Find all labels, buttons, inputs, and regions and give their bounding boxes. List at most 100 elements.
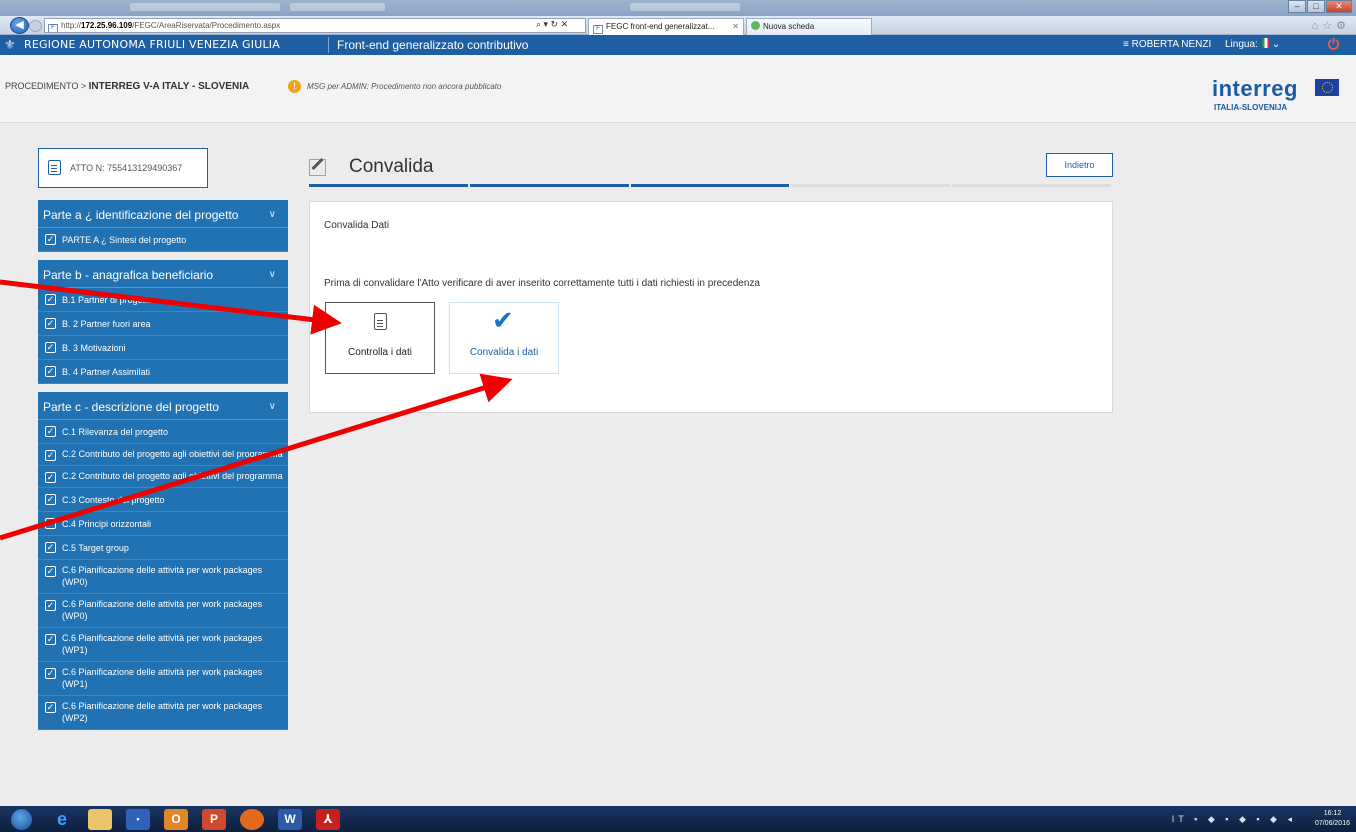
checkbox-checked-icon: ✓ xyxy=(45,472,56,483)
close-tab-icon[interactable]: ✕ xyxy=(732,19,739,34)
sidebar-item[interactable]: ✓ C.1 Rilevanza del progetto xyxy=(38,420,288,444)
back-button[interactable]: Indietro xyxy=(1046,153,1113,177)
breadcrumb-bar: PROCEDIMENTO > INTERREG V-A ITALY - SLOV… xyxy=(0,55,1356,123)
logo-word: interreg xyxy=(1212,76,1298,101)
new-tab-icon xyxy=(751,21,760,30)
panel-title: Convalida Dati xyxy=(324,220,390,231)
logout-power-icon[interactable]: ⏻ xyxy=(1328,36,1339,53)
clock-date: 07/06/2016 xyxy=(1314,820,1350,827)
taskbar: e ▪ O P W ⅄ IT ▪ ◆ ▪ ◆ ▪ ◆ ◂ 16:12 07/06… xyxy=(0,806,1356,832)
sidebar-item[interactable]: ✓ C.6 Pianificazione delle attività per w… xyxy=(38,628,288,662)
sidebar-section-c: Parte c - descrizione del progetto ∨ ✓ C.1… xyxy=(38,392,288,730)
maximize-button[interactable]: □ xyxy=(1307,0,1325,13)
firefox-icon[interactable] xyxy=(240,809,264,830)
checkbox-checked-icon: ✓ xyxy=(45,600,56,611)
sidebar-item[interactable]: ✓ C.3 Contesto del progetto xyxy=(38,488,288,512)
sidebar-item-label: C.2 Contributo del progetto agli obietti… xyxy=(62,471,283,481)
sidebar-item[interactable]: ✓ B. 4 Partner Assimilati xyxy=(38,360,288,384)
sidebar-item[interactable]: ✓ B. 2 Partner fuori area xyxy=(38,312,288,336)
sidebar-item-label: C.6 Pianificazione delle attività per wo… xyxy=(62,701,263,723)
checkbox-checked-icon: ✓ xyxy=(45,566,56,577)
explorer-icon[interactable] xyxy=(88,809,112,830)
tab-label: Nuova scheda xyxy=(763,22,815,31)
back-arrow-icon[interactable]: ◀ xyxy=(10,17,29,34)
address-path: /FEGC/AreaRiservata/Procedimento.aspx xyxy=(132,21,281,30)
breadcrumb-prefix[interactable]: PROCEDIMENTO > xyxy=(5,81,86,91)
app-header: ⚜ REGIONE AUTONOMA FRIULI VENEZIA GIULIA… xyxy=(0,35,1356,55)
start-button[interactable] xyxy=(10,808,33,831)
close-window-button[interactable]: ✕ xyxy=(1326,0,1352,13)
sidebar-item-label: C.6 Pianificazione delle attività per wo… xyxy=(62,633,263,655)
checkbox-checked-icon: ✓ xyxy=(45,518,56,529)
language-selector[interactable]: Lingua: ⌄ xyxy=(1225,38,1280,50)
section-title-text: Parte c - descrizione del progetto xyxy=(43,400,220,414)
browser-tab-new[interactable]: Nuova scheda xyxy=(746,18,872,35)
sidebar-section-title[interactable]: Parte b - anagrafica beneficiario ∨ xyxy=(38,260,288,288)
word-icon[interactable]: W xyxy=(278,809,302,830)
app-name: Front-end generalizzato contributivo xyxy=(337,38,529,52)
sidebar-section-title[interactable]: Parte a ¿ identificazione del progetto ∨ xyxy=(38,200,288,228)
sidebar-item[interactable]: ✓ C.6 Pianificazione delle attività per w… xyxy=(38,594,288,628)
section-title-text: Parte a ¿ identificazione del progetto xyxy=(43,208,239,222)
document-icon xyxy=(374,313,387,330)
powerpoint-icon[interactable]: P xyxy=(202,809,226,830)
sidebar-section-title[interactable]: Parte c - descrizione del progetto ∨ xyxy=(38,392,288,420)
sidebar-item[interactable]: ✓ C.5 Target group xyxy=(38,536,288,560)
sidebar-item[interactable]: ✓ C.6 Pianificazione delle attività per w… xyxy=(38,662,288,696)
checkbox-checked-icon: ✓ xyxy=(45,234,56,245)
minimize-button[interactable]: – xyxy=(1288,0,1306,13)
page-title-text: Convalida xyxy=(349,156,434,177)
sidebar-item-label: C.5 Target group xyxy=(62,543,129,553)
checkbox-checked-icon: ✓ xyxy=(45,294,56,305)
sidebar-item[interactable]: ✓ B.1 Partner di progetto xyxy=(38,288,288,312)
forward-arrow-icon[interactable] xyxy=(29,20,42,32)
user-menu[interactable]: ≡ ROBERTA NENZI xyxy=(1123,39,1211,50)
sidebar-item-label: C.2 Contributo del progetto agli obietti… xyxy=(62,449,283,459)
sidebar-section-a: Parte a ¿ identificazione del progetto ∨ … xyxy=(38,200,288,252)
outlook-icon[interactable]: O xyxy=(164,809,188,830)
ie-icon[interactable]: e xyxy=(50,809,74,830)
validate-data-label: Convalida i dati xyxy=(469,347,539,358)
checkbox-checked-icon: ✓ xyxy=(45,450,56,461)
sidebar-item-label: C.3 Contesto del progetto xyxy=(62,495,165,505)
checkbox-checked-icon: ✓ xyxy=(45,366,56,377)
site-favicon-icon: F xyxy=(48,24,58,32)
system-tray[interactable]: IT ▪ ◆ ▪ ◆ ▪ ◆ ◂ xyxy=(1172,814,1296,825)
chevron-down-icon: ∨ xyxy=(268,269,276,280)
sidebar-item[interactable]: ✓ C.6 Pianificazione delle attività per w… xyxy=(38,696,288,730)
step-1 xyxy=(309,184,468,187)
checkbox-checked-icon: ✓ xyxy=(45,702,56,713)
sidebar-item-label: B. 3 Motivazioni xyxy=(62,343,126,353)
sidebar-item[interactable]: ✓ PARTE A ¿ Sintesi del progetto xyxy=(38,228,288,252)
sidebar-item[interactable]: ✓ C.4 Principi orizzontali xyxy=(38,512,288,536)
sidebar-item[interactable]: ✓ C.2 Contributo del progetto agli obiett… xyxy=(38,466,288,488)
address-bar[interactable]: Fhttp://172.25.96.109/FEGC/AreaRiservata… xyxy=(44,18,586,33)
browser-navbar: ◀ Fhttp://172.25.96.109/FEGC/AreaRiserva… xyxy=(0,16,1356,35)
language-label: Lingua: xyxy=(1225,39,1258,50)
acrobat-icon[interactable]: ⅄ xyxy=(316,809,340,830)
checkbox-checked-icon: ✓ xyxy=(45,318,56,329)
tab-label: FEGC front-end generalizzat... xyxy=(606,22,715,31)
clock-time: 16:12 xyxy=(1323,810,1342,817)
browser-toolbar-icons[interactable]: ⌂☆⚙ xyxy=(1312,19,1350,32)
validation-panel: Convalida Dati Prima di convalidare l'At… xyxy=(309,201,1113,413)
sidebar-item-label: C.6 Pianificazione delle attività per wo… xyxy=(62,599,263,621)
validate-data-button[interactable]: ✔ Convalida i dati xyxy=(449,302,559,374)
chevron-down-icon: ⌄ xyxy=(1271,39,1281,50)
browser-tab-fegc[interactable]: F FEGC front-end generalizzat... ✕ xyxy=(588,18,744,35)
sidebar-item-label: B. 4 Partner Assimilati xyxy=(62,367,151,377)
step-5 xyxy=(952,184,1111,187)
panel-message: Prima di convalidare l'Atto verificare d… xyxy=(324,278,760,289)
address-host: 172.25.96.109 xyxy=(81,21,133,30)
address-tools[interactable]: ⌕ ▾ ↻ ✕ xyxy=(536,19,568,30)
clock[interactable]: 16:12 07/06/2016 xyxy=(1315,809,1350,829)
sidebar-item[interactable]: ✓ B. 3 Motivazioni xyxy=(38,336,288,360)
header-divider xyxy=(328,37,329,53)
admin-message: MSG per ADMIN: Procedimento non ancora p… xyxy=(307,82,502,91)
check-data-button[interactable]: Controlla i dati xyxy=(325,302,435,374)
sidebar-item[interactable]: ✓ C.2 Contributo del progetto agli obiett… xyxy=(38,444,288,466)
app-icon[interactable]: ▪ xyxy=(126,809,150,830)
warning-icon: ! xyxy=(288,80,301,93)
sidebar-item[interactable]: ✓ C.6 Pianificazione delle attività per w… xyxy=(38,560,288,594)
sidebar-item-label: C.4 Principi orizzontali xyxy=(62,519,152,529)
